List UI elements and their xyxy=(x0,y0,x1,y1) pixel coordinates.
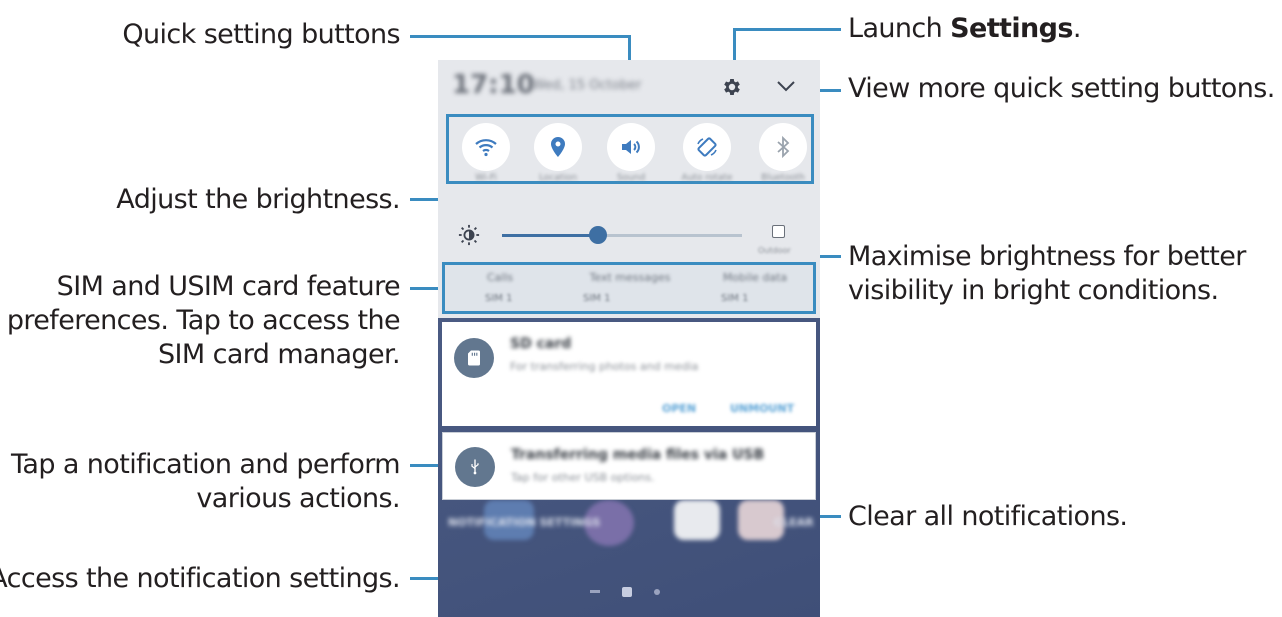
quick-panel: 17:10 Wed, 15 October Wi-Fi Location Sou… xyxy=(438,60,820,318)
bluetooth-icon xyxy=(777,135,790,159)
qs-label: Location xyxy=(538,173,578,183)
clear-all-button[interactable]: CLEAR xyxy=(774,516,814,529)
location-button[interactable] xyxy=(534,123,582,171)
callout-maximise-brightness: Maximise brightness for better visibilit… xyxy=(848,241,1246,306)
qs-label: Bluetooth xyxy=(761,173,805,183)
notification-icon xyxy=(455,447,495,487)
notification-card[interactable]: SD card For transferring photos and medi… xyxy=(442,322,816,426)
sim-card-manager[interactable]: Calls SIM 1 Text messages SIM 1 Mobile d… xyxy=(442,262,816,314)
notification-title: SD card xyxy=(510,336,572,352)
leader-line xyxy=(410,35,631,38)
usb-icon xyxy=(471,459,479,475)
brightness-control: Outdoor xyxy=(438,210,820,260)
wifi-button[interactable] xyxy=(462,123,510,171)
quick-settings-row: Wi-Fi Location Sound Auto rotate Bluetoo… xyxy=(446,114,814,184)
sim-text-messages[interactable]: Text messages xyxy=(575,271,685,284)
rotation-button[interactable] xyxy=(683,123,731,171)
sim-text-sub: SIM 1 xyxy=(583,293,611,304)
sim-card-row: Calls SIM 1 Text messages SIM 1 Mobile d… xyxy=(438,260,820,318)
notification-card[interactable]: Transferring media files via USB Tap for… xyxy=(442,432,816,500)
bluetooth-button[interactable] xyxy=(759,123,807,171)
callout-launch-settings: Launch Settings. xyxy=(848,13,1081,44)
notification-subtitle: Tap for other USB options. xyxy=(511,471,655,484)
leader-line xyxy=(733,28,841,31)
status-bar: 17:10 Wed, 15 October xyxy=(438,60,820,108)
sim-calls[interactable]: Calls xyxy=(445,271,555,284)
qs-label: Wi-Fi xyxy=(475,173,497,183)
callout-clear-all: Clear all notifications. xyxy=(848,501,1128,532)
notification-panel-screen: 17:10 Wed, 15 October Wi-Fi Location Sou… xyxy=(438,60,820,617)
callout-access-notification-settings: Access the notification settings. xyxy=(0,563,401,594)
chevron-down-icon[interactable] xyxy=(775,78,797,94)
callout-adjust-brightness: Adjust the brightness. xyxy=(116,184,400,215)
notification-title: Transferring media files via USB xyxy=(511,447,765,463)
open-button[interactable]: OPEN xyxy=(662,402,696,415)
callout-quick-setting-buttons: Quick setting buttons xyxy=(122,19,400,50)
date: Wed, 15 October xyxy=(532,78,642,93)
outdoor-mode-checkbox[interactable] xyxy=(772,225,785,238)
qs-label: Auto rotate xyxy=(681,173,733,183)
brightness-icon xyxy=(458,224,480,246)
home-page-indicator xyxy=(590,587,670,597)
sim-mobile-data[interactable]: Mobile data xyxy=(700,271,810,284)
qs-label: Sound xyxy=(616,173,646,183)
app-icon xyxy=(674,500,720,540)
callout-tap-notification: Tap a notification and perform various a… xyxy=(10,449,401,514)
sound-button[interactable] xyxy=(607,123,655,171)
notification-settings-button[interactable]: NOTIFICATION SETTINGS xyxy=(448,516,600,529)
callout-view-more: View more quick setting buttons. xyxy=(848,73,1275,104)
brightness-track-filled xyxy=(502,234,598,237)
sim-calls-sub: SIM 1 xyxy=(485,293,513,304)
sd-card-icon xyxy=(468,350,480,366)
notification-icon xyxy=(454,338,494,378)
gear-icon[interactable] xyxy=(721,76,743,98)
sim-data-sub: SIM 1 xyxy=(721,293,749,304)
sound-icon xyxy=(622,140,640,154)
wifi-icon xyxy=(475,139,497,157)
brightness-slider-thumb[interactable] xyxy=(589,226,607,244)
clock: 17:10 xyxy=(452,70,535,100)
location-icon xyxy=(551,137,565,157)
callout-sim-preferences: SIM and USIM card feature preferences. T… xyxy=(6,271,401,370)
brightness-track-empty[interactable] xyxy=(598,234,742,237)
outdoor-mode-label: Outdoor xyxy=(758,246,791,255)
rotation-icon xyxy=(697,137,717,157)
unmount-button[interactable]: UNMOUNT xyxy=(730,402,794,415)
notification-subtitle: For transferring photos and media xyxy=(510,360,699,373)
